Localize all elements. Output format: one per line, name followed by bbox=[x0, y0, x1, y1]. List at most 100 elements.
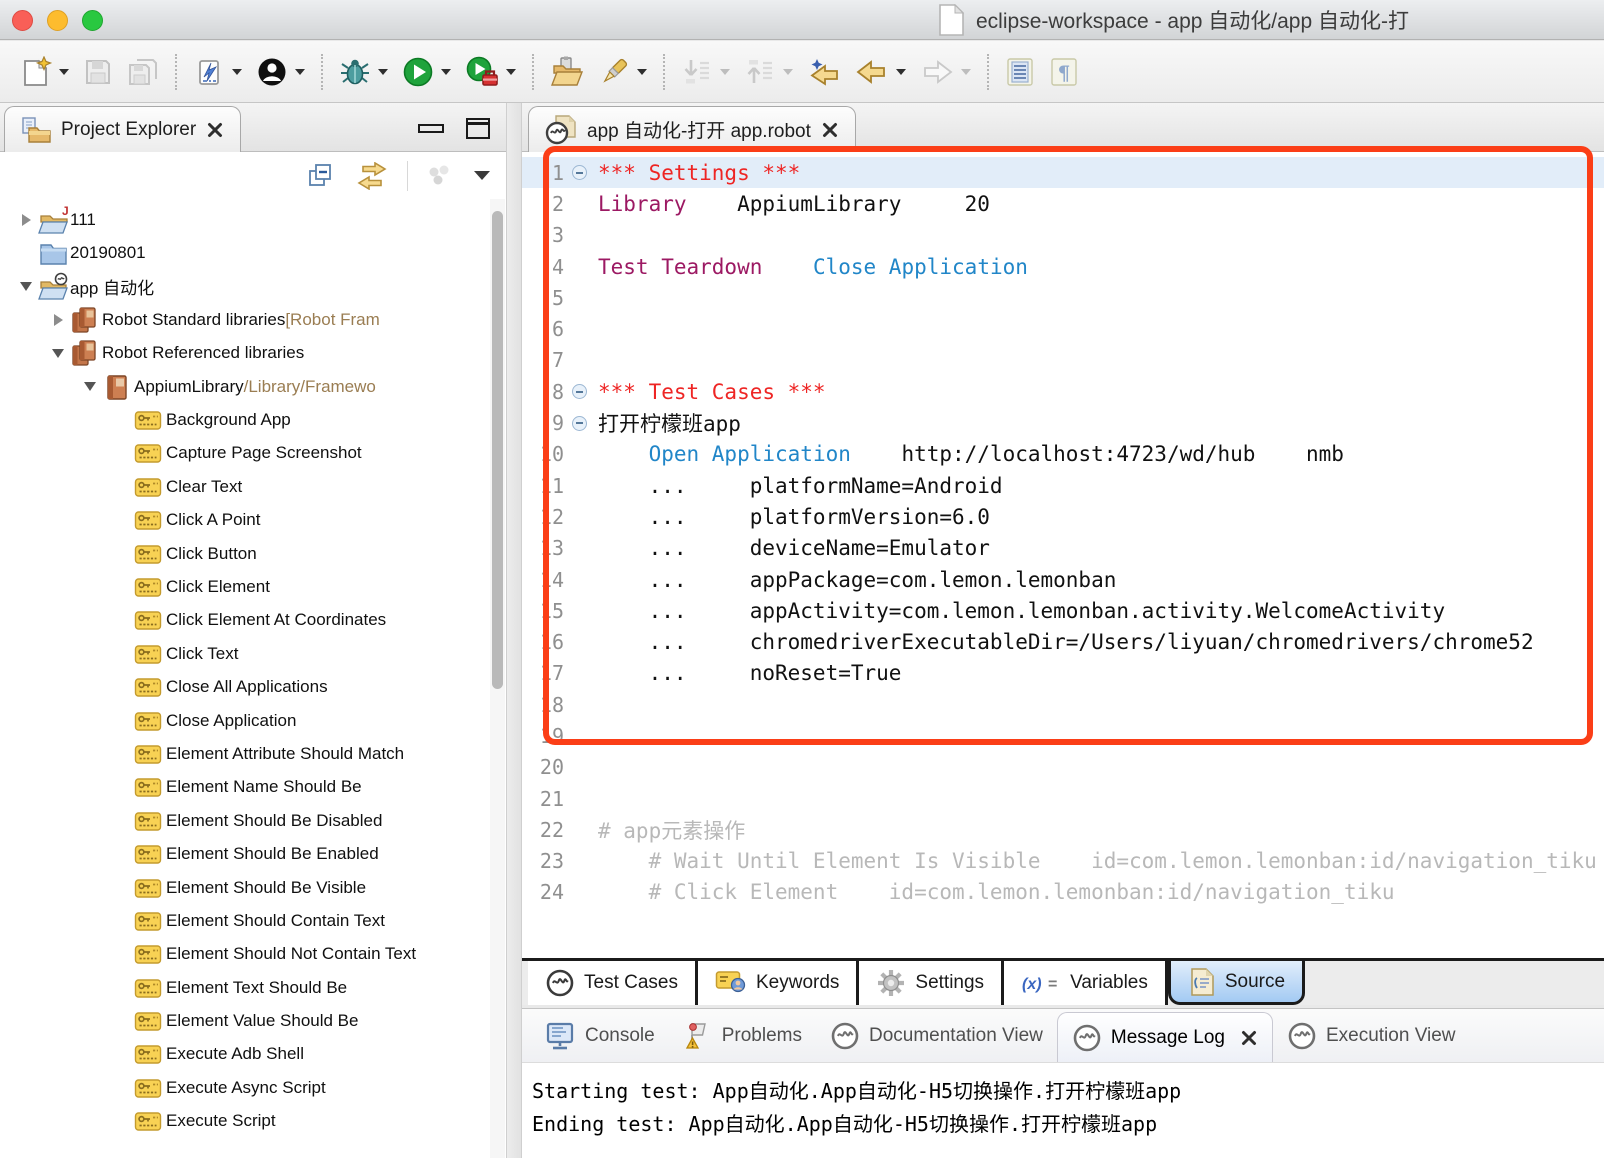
tree-item-element-name-should-be[interactable]: Element Name Should Be bbox=[0, 771, 506, 804]
maximize-panel-button[interactable] bbox=[466, 118, 490, 139]
marker-button[interactable] bbox=[594, 53, 651, 91]
new-wizard-button[interactable] bbox=[16, 53, 73, 91]
code-line-6[interactable]: 6 bbox=[522, 313, 1604, 344]
editor-tab-keywords[interactable]: Keywords bbox=[698, 961, 859, 1005]
tree-item-clear-text[interactable]: Clear Text bbox=[0, 470, 506, 503]
view-menu-icon[interactable] bbox=[474, 171, 490, 180]
tree-item-execute-script[interactable]: Execute Script bbox=[0, 1105, 506, 1138]
view-tab-execution-view[interactable]: Execution View bbox=[1273, 1009, 1470, 1062]
tree-item-robot-referenced-libraries[interactable]: Robot Referenced libraries bbox=[0, 337, 506, 370]
collapse-arrow-icon[interactable] bbox=[14, 282, 38, 291]
link-with-editor-icon[interactable] bbox=[355, 162, 389, 190]
source-editor[interactable]: 1*** Settings ***2Library AppiumLibrary … bbox=[522, 152, 1604, 958]
open-folder-button[interactable] bbox=[546, 53, 588, 91]
editor-tab-settings[interactable]: Settings bbox=[859, 961, 1004, 1005]
show-whitespace-button[interactable]: ¶ bbox=[1045, 53, 1083, 91]
tree-item-element-should-be-enabled[interactable]: Element Should Be Enabled bbox=[0, 837, 506, 870]
code-line-15[interactable]: 15 ... appActivity=com.lemon.lemonban.ac… bbox=[522, 595, 1604, 626]
user-profile-button[interactable] bbox=[252, 53, 309, 91]
code-line-13[interactable]: 13 ... deviceName=Emulator bbox=[522, 533, 1604, 564]
code-line-20[interactable]: 20 bbox=[522, 752, 1604, 783]
last-edit-location-button[interactable] bbox=[803, 53, 845, 91]
code-line-3[interactable]: 3 bbox=[522, 220, 1604, 251]
expand-arrow-icon[interactable] bbox=[46, 314, 70, 326]
dropdown-arrow-icon[interactable] bbox=[896, 69, 906, 75]
zoom-window-button[interactable] bbox=[82, 10, 103, 31]
tree-item-click-element[interactable]: Click Element bbox=[0, 570, 506, 603]
tree-item-appiumlibrary[interactable]: AppiumLibrary /Library/Framewo bbox=[0, 370, 506, 403]
tree-item-element-should-be-visible[interactable]: Element Should Be Visible bbox=[0, 871, 506, 904]
view-tab-console[interactable]: Console bbox=[530, 1009, 669, 1062]
tab-editor-robot-file[interactable]: app 自动化-打开 app.robot bbox=[528, 106, 856, 152]
code-line-21[interactable]: 21 bbox=[522, 783, 1604, 814]
tree-item-capture-page-screenshot[interactable]: Capture Page Screenshot bbox=[0, 437, 506, 470]
code-line-11[interactable]: 11 ... platformName=Android bbox=[522, 470, 1604, 501]
code-line-17[interactable]: 17 ... noReset=True bbox=[522, 658, 1604, 689]
tree-item-close-application[interactable]: Close Application bbox=[0, 704, 506, 737]
tree-item-element-should-contain-text[interactable]: Element Should Contain Text bbox=[0, 904, 506, 937]
tree-item-element-text-should-be[interactable]: Element Text Should Be bbox=[0, 971, 506, 1004]
collapse-arrow-icon[interactable] bbox=[78, 382, 102, 391]
debug-button[interactable] bbox=[335, 53, 392, 91]
dropdown-arrow-icon[interactable] bbox=[59, 69, 69, 75]
code-line-19[interactable]: 19 bbox=[522, 720, 1604, 751]
close-icon[interactable] bbox=[1240, 1029, 1258, 1047]
tree-item-element-should-not-contain-text[interactable]: Element Should Not Contain Text bbox=[0, 938, 506, 971]
dropdown-arrow-icon[interactable] bbox=[506, 69, 516, 75]
code-line-16[interactable]: 16 ... chromedriverExecutableDir=/Users/… bbox=[522, 626, 1604, 657]
code-line-5[interactable]: 5 bbox=[522, 282, 1604, 313]
run-toolbox-button[interactable] bbox=[461, 53, 520, 91]
minimize-panel-button[interactable] bbox=[418, 124, 444, 133]
code-line-7[interactable]: 7 bbox=[522, 345, 1604, 376]
code-line-10[interactable]: 10 Open Application http://localhost:472… bbox=[522, 439, 1604, 470]
dropdown-arrow-icon[interactable] bbox=[441, 69, 451, 75]
fold-collapse-icon[interactable] bbox=[566, 165, 592, 180]
mark-occurrences-button[interactable] bbox=[1001, 53, 1039, 91]
dropdown-arrow-icon[interactable] bbox=[637, 69, 647, 75]
tree-item-111[interactable]: J111 bbox=[0, 203, 506, 236]
code-line-18[interactable]: 18 bbox=[522, 689, 1604, 720]
tree-scrollbar[interactable] bbox=[490, 199, 505, 1158]
code-line-22[interactable]: 22# app元素操作 bbox=[522, 814, 1604, 845]
code-line-1[interactable]: 1*** Settings *** bbox=[522, 157, 1604, 188]
code-line-14[interactable]: 14 ... appPackage=com.lemon.lemonban bbox=[522, 564, 1604, 595]
collapse-all-icon[interactable] bbox=[307, 162, 337, 190]
view-tab-documentation-view[interactable]: Documentation View bbox=[816, 1009, 1057, 1062]
back-button[interactable] bbox=[851, 53, 910, 91]
run-button[interactable] bbox=[398, 53, 455, 91]
dropdown-arrow-icon[interactable] bbox=[295, 69, 305, 75]
tree-item-close-all-applications[interactable]: Close All Applications bbox=[0, 670, 506, 703]
code-line-4[interactable]: 4Test Teardown Close Application bbox=[522, 251, 1604, 282]
tree-item-20190801[interactable]: 20190801 bbox=[0, 236, 506, 269]
fold-collapse-icon[interactable] bbox=[566, 384, 592, 399]
tree-item-background-app[interactable]: Background App bbox=[0, 403, 506, 436]
editor-tab-source[interactable]: Source bbox=[1168, 961, 1305, 1005]
minimize-window-button[interactable] bbox=[47, 10, 68, 31]
tree-item-element-value-should-be[interactable]: Element Value Should Be bbox=[0, 1004, 506, 1037]
code-line-24[interactable]: 24 # Click Element id=com.lemon.lemonban… bbox=[522, 877, 1604, 908]
dropdown-arrow-icon[interactable] bbox=[378, 69, 388, 75]
tree-item-robot-standard-libraries[interactable]: Robot Standard libraries [Robot Fram bbox=[0, 303, 506, 336]
expand-arrow-icon[interactable] bbox=[14, 214, 38, 226]
editor-tab-variables[interactable]: (x)=Variables bbox=[1004, 961, 1168, 1005]
tree-item-element-attribute-should-match[interactable]: Element Attribute Should Match bbox=[0, 737, 506, 770]
close-icon[interactable] bbox=[206, 121, 224, 139]
tree-item-click-element-at-coordinates[interactable]: Click Element At Coordinates bbox=[0, 604, 506, 637]
code-line-12[interactable]: 12 ... platformVersion=6.0 bbox=[522, 501, 1604, 532]
tree-item-app-自动化[interactable]: app 自动化 bbox=[0, 270, 506, 303]
code-line-2[interactable]: 2Library AppiumLibrary 20 bbox=[522, 188, 1604, 219]
editor-tab-test-cases[interactable]: Test Cases bbox=[528, 961, 698, 1005]
close-window-button[interactable] bbox=[12, 10, 33, 31]
dropdown-arrow-icon[interactable] bbox=[232, 69, 242, 75]
fold-collapse-icon[interactable] bbox=[566, 416, 592, 431]
view-tab-message-log[interactable]: Message Log bbox=[1057, 1012, 1273, 1062]
run-config-button[interactable] bbox=[189, 53, 246, 91]
tree-item-click-text[interactable]: Click Text bbox=[0, 637, 506, 670]
tree-scrollbar-thumb[interactable] bbox=[492, 211, 503, 689]
collapse-arrow-icon[interactable] bbox=[46, 349, 70, 358]
tree-item-element-should-be-disabled[interactable]: Element Should Be Disabled bbox=[0, 804, 506, 837]
tree-item-click-button[interactable]: Click Button bbox=[0, 537, 506, 570]
tree-item-execute-adb-shell[interactable]: Execute Adb Shell bbox=[0, 1038, 506, 1071]
code-line-8[interactable]: 8*** Test Cases *** bbox=[522, 376, 1604, 407]
close-icon[interactable] bbox=[821, 121, 839, 139]
